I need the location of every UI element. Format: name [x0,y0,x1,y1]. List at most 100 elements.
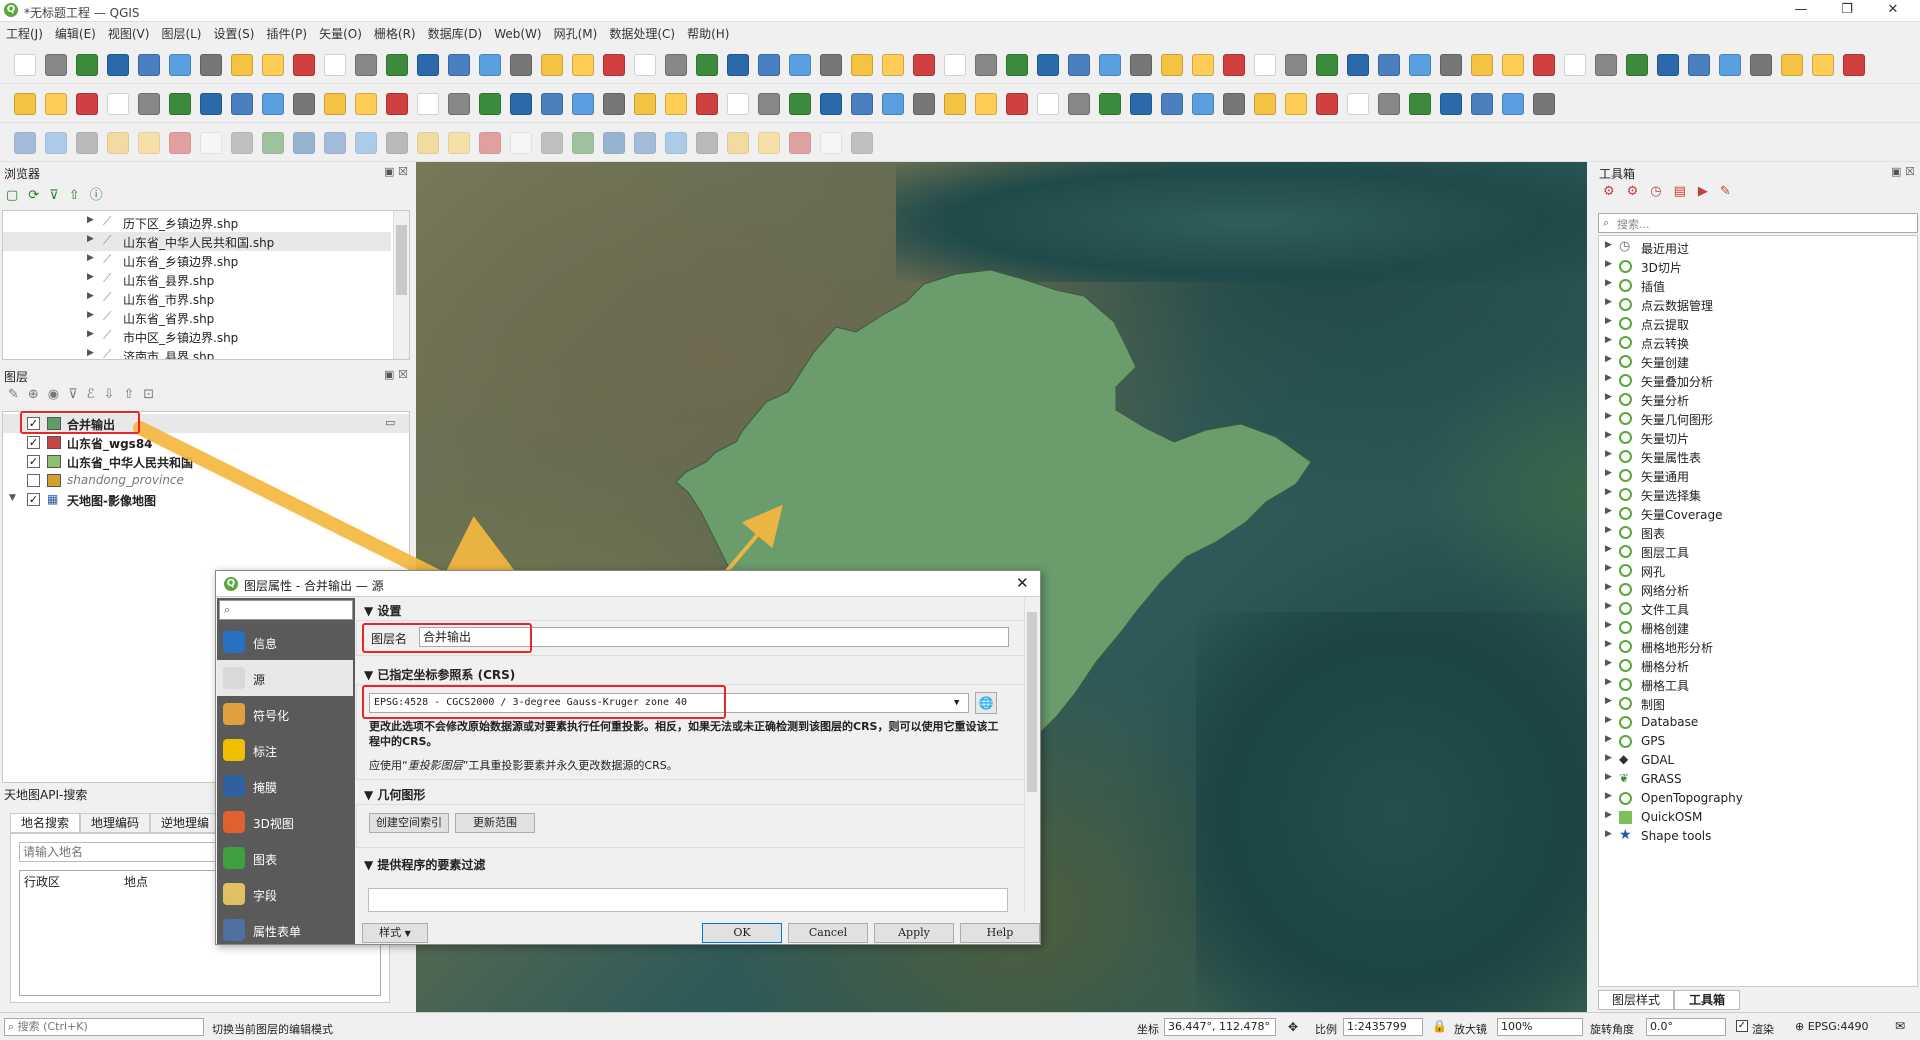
expand-icon[interactable]: ▶ [1605,658,1612,668]
toolbox-group[interactable]: ▶ 矢量Coverage [1599,504,1917,523]
measure-icon[interactable] [758,93,780,115]
update-extent-button[interactable]: 更新范围 [455,813,535,833]
python-icon[interactable] [1347,93,1369,115]
tab-toolbox[interactable]: 工具箱 [1674,990,1740,1010]
layer-item[interactable]: shandong_province [3,471,409,490]
toolbox-group[interactable]: ▶ 点云数据管理 [1599,295,1917,314]
select-icon[interactable] [45,132,67,154]
refresh-icon[interactable] [169,93,191,115]
create-spatial-index-button[interactable]: 创建空间索引 [369,813,449,833]
open-icon[interactable] [572,54,594,76]
globe-icon[interactable] [1378,93,1400,115]
python-icon[interactable] [665,132,687,154]
refresh-icon[interactable] [541,132,563,154]
open-icon[interactable] [45,54,67,76]
zoom-out-icon[interactable] [603,93,625,115]
save-icon[interactable] [1657,54,1679,76]
save-as-icon[interactable] [324,132,346,154]
expand-icon[interactable]: ▶ [87,348,94,358]
tab-geocode[interactable]: 地理编码 [80,813,150,833]
edit-indicator-icon[interactable]: ▭ [385,416,395,429]
toolbox-group[interactable]: ▶ 栅格创建 [1599,618,1917,637]
filter-expression-box[interactable] [368,888,1008,912]
browser-item[interactable]: ▶ ⟋ 市中区_乡镇边界.shp [3,327,391,346]
expand-icon[interactable]: ▶ [1605,810,1612,820]
toolbox-toolbar[interactable]: ⚙⚙◷▤▶✎ [1603,184,1743,199]
toolbox-group[interactable]: ▶ 网络分析 [1599,580,1917,599]
sidebar-item-3d-view[interactable]: 3D视图 [217,804,353,840]
expand-icon[interactable]: ▶ [1605,582,1612,592]
browser-item[interactable]: ▶ ⟋ 山东省_乡镇边界.shp [3,251,391,270]
expand-icon[interactable]: ▶ [1605,297,1612,307]
close-button[interactable]: ✕ [1870,0,1916,22]
scroll-thumb[interactable] [1027,612,1037,792]
save-as-icon[interactable] [479,93,501,115]
save-icon[interactable] [448,93,470,115]
scroll-thumb[interactable] [396,225,407,295]
browser-item[interactable]: ▶ ⟋ 济南市_县界.shp [3,346,391,359]
expand-icon[interactable]: ▶ [87,253,94,263]
save-icon[interactable] [293,132,315,154]
coord-input[interactable]: 36.447°, 112.478° [1164,1018,1276,1036]
new-project-icon[interactable] [231,132,253,154]
statistics-icon[interactable] [789,93,811,115]
print-icon[interactable] [510,93,532,115]
globe-icon[interactable] [851,93,873,115]
settings-icon[interactable] [882,93,904,115]
expand-icon[interactable]: ▶ [87,234,94,244]
magnifier-input[interactable]: 100% [1497,1018,1583,1036]
expand-icon[interactable]: ▶ [87,291,94,301]
open-icon[interactable] [262,132,284,154]
settings-icon[interactable] [1037,54,1059,76]
measure-icon[interactable] [231,93,253,115]
help-button[interactable]: Help [960,923,1040,943]
refresh-icon[interactable] [14,132,36,154]
zoom-in-icon[interactable] [1254,54,1276,76]
select-icon[interactable] [727,93,749,115]
statistics-icon[interactable] [1316,93,1338,115]
save-icon[interactable] [1130,54,1152,76]
toolbox-group[interactable]: ▶ 3D切片 [1599,257,1917,276]
zoom-in-icon[interactable] [1099,93,1121,115]
save-icon[interactable] [76,54,98,76]
measure-icon[interactable] [1285,93,1307,115]
layer-symbol-swatch[interactable] [47,455,61,468]
settings-icon[interactable] [510,54,532,76]
new-project-icon[interactable] [541,54,563,76]
menu-help[interactable]: 帮助(H) [681,22,735,45]
python-icon[interactable] [448,54,470,76]
expand-icon[interactable]: ▶ [1605,316,1612,326]
zoom-full-icon[interactable] [262,54,284,76]
identify-icon[interactable] [510,132,532,154]
menu-view[interactable]: 视图(V) [102,22,156,45]
measure-icon[interactable] [603,132,625,154]
pan-icon[interactable] [386,132,408,154]
identify-icon[interactable] [1192,93,1214,115]
place-search-input[interactable] [19,842,219,862]
toolbox-group[interactable]: ▶ 栅格工具 [1599,675,1917,694]
toolbox-group[interactable]: ▶ Database [1599,713,1917,732]
zoom-full-icon[interactable] [634,93,656,115]
expand-icon[interactable]: ▶ [1605,506,1612,516]
layer-item[interactable]: ✓ 山东省_wgs84 [3,433,409,452]
crs-selector-globe-icon[interactable]: 🌐 [975,692,997,714]
pan-icon[interactable] [14,93,36,115]
toolbox-group[interactable]: ▶ 图层工具 [1599,542,1917,561]
reproject-tool-link[interactable]: 重投影图层 [408,759,463,772]
identify-icon[interactable] [820,54,842,76]
sidebar-item-mask[interactable]: 掩膜 [217,768,353,804]
zoom-in-icon[interactable] [200,54,222,76]
measure-icon[interactable] [1440,54,1462,76]
pan-icon[interactable] [541,93,563,115]
float-icon[interactable]: ▣ [384,368,394,381]
save-as-icon[interactable] [1688,54,1710,76]
zoom-full-icon[interactable] [789,54,811,76]
globe-icon[interactable] [324,93,346,115]
new-project-icon[interactable] [913,93,935,115]
layer-visibility-checkbox[interactable]: ✓ [27,455,40,468]
tab-layer-styling[interactable]: 图层样式 [1598,990,1674,1010]
toolbox-group[interactable]: ▶ 矢量叠加分析 [1599,371,1917,390]
filter-section[interactable]: ▼ 提供程序的要素过滤 [364,856,485,873]
pan-icon[interactable] [696,54,718,76]
zoom-in-icon[interactable] [1781,54,1803,76]
